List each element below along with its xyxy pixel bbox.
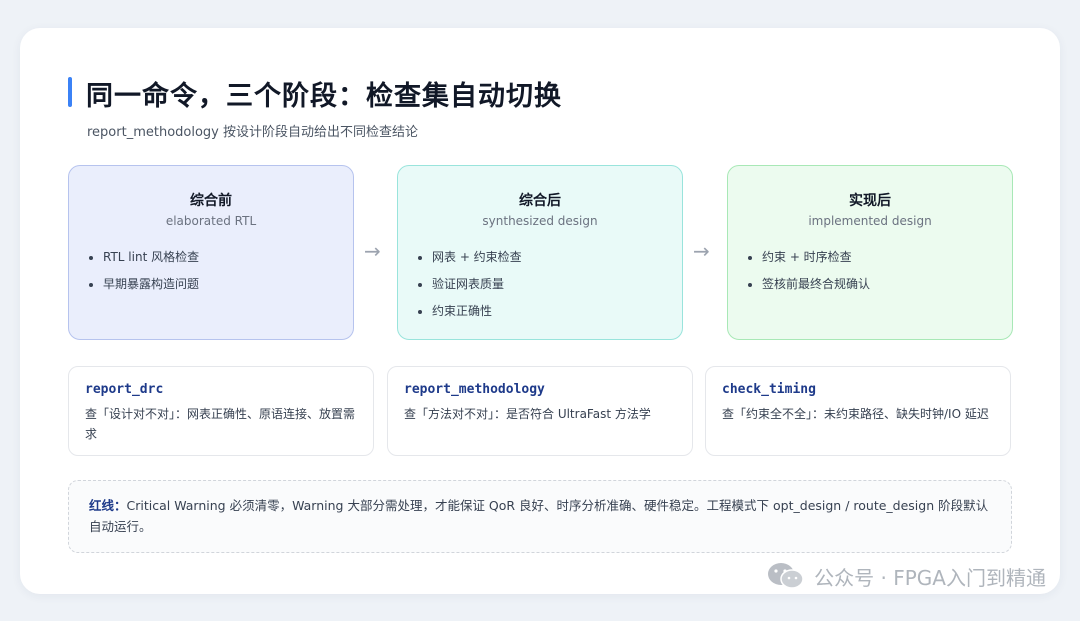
- wechat-icon: [768, 563, 804, 589]
- stage-title: 综合后: [519, 193, 561, 209]
- list-item: 约束正确性: [418, 298, 522, 325]
- command-card-check-timing: check_timing 查「约束全不全」：未约束路径、缺失时钟/IO 延迟: [705, 366, 1011, 456]
- note-body: Critical Warning 必须清零，Warning 大部分需处理，才能保…: [89, 498, 989, 534]
- stage-check-list: 网表 + 约束检查 验证网表质量 约束正确性: [418, 244, 522, 325]
- list-item: 约束 + 时序检查: [748, 244, 870, 271]
- stage-subtitle: elaborated RTL: [165, 214, 257, 228]
- title-accent-bar: [68, 77, 72, 107]
- watermark-text: 公众号 · FPGA入门到精通: [814, 565, 1046, 590]
- note-label: 红线：: [89, 498, 127, 513]
- page-subtitle: report_methodology 按设计阶段自动给出不同检查结论: [87, 125, 419, 140]
- page-title: 同一命令，三个阶段：检查集自动切换: [86, 81, 562, 112]
- arrow-right-icon: →: [364, 239, 381, 263]
- command-name: report_drc: [85, 382, 164, 397]
- stage-subtitle: implemented design: [808, 214, 932, 228]
- watermark: 公众号 · FPGA入门到精通: [766, 561, 1046, 591]
- redline-note: 红线：Critical Warning 必须清零，Warning 大部分需处理，…: [68, 480, 1012, 553]
- stage-card-pre-synthesis: 综合前 elaborated RTL RTL lint 风格检查 早期暴露构造问…: [68, 165, 354, 340]
- command-name: check_timing: [722, 382, 816, 397]
- note-text: 红线：Critical Warning 必须清零，Warning 大部分需处理，…: [89, 495, 991, 537]
- stage-title: 实现后: [849, 193, 891, 209]
- list-item: RTL lint 风格检查: [89, 244, 199, 271]
- list-item: 验证网表质量: [418, 271, 522, 298]
- list-item: 签核前最终合规确认: [748, 271, 870, 298]
- stage-check-list: 约束 + 时序检查 签核前最终合规确认: [748, 244, 870, 298]
- command-card-report-drc: report_drc 查「设计对不对」：网表正确性、原语连接、放置需求: [68, 366, 374, 456]
- command-description: 查「约束全不全」：未约束路径、缺失时钟/IO 延迟: [722, 407, 989, 421]
- arrow-right-icon: →: [693, 239, 710, 263]
- command-description: 查「设计对不对」：网表正确性、原语连接、放置需求: [85, 407, 356, 441]
- stage-check-list: RTL lint 风格检查 早期暴露构造问题: [89, 244, 199, 298]
- stage-card-post-implementation: 实现后 implemented design 约束 + 时序检查 签核前最终合规…: [727, 165, 1013, 340]
- command-name: report_methodology: [404, 382, 545, 397]
- list-item: 早期暴露构造问题: [89, 271, 199, 298]
- stage-subtitle: synthesized design: [482, 214, 598, 228]
- stage-title: 综合前: [190, 193, 232, 209]
- list-item: 网表 + 约束检查: [418, 244, 522, 271]
- command-card-report-methodology: report_methodology 查「方法对不对」：是否符合 UltraFa…: [387, 366, 693, 456]
- stage-card-post-synthesis: 综合后 synthesized design 网表 + 约束检查 验证网表质量 …: [397, 165, 683, 340]
- command-description: 查「方法对不对」：是否符合 UltraFast 方法学: [404, 407, 651, 421]
